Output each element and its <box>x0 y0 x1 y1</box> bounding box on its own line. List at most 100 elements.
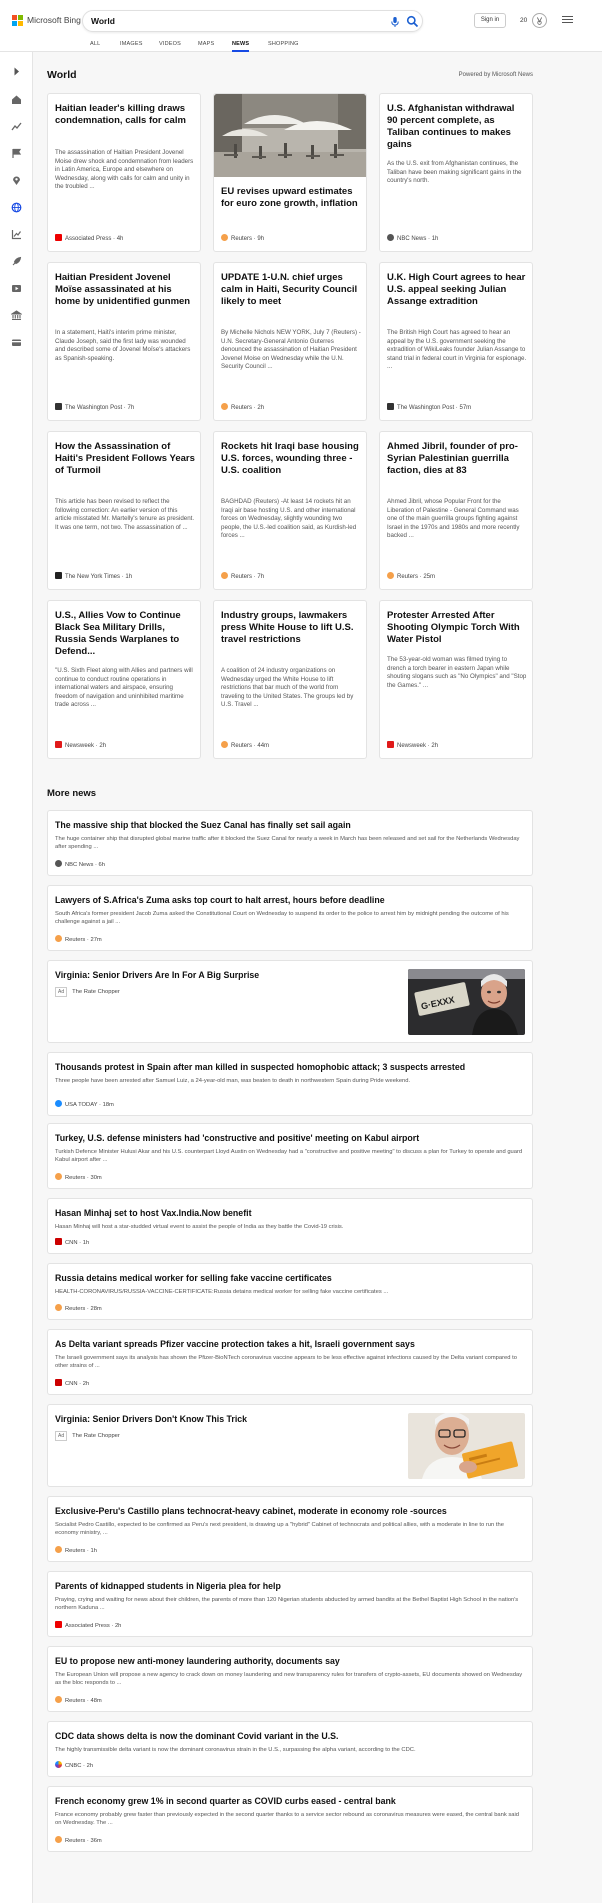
rewards-points[interactable]: 20 <box>520 16 527 25</box>
news-card[interactable]: Rockets hit Iraqi base housing U.S. forc… <box>213 431 367 590</box>
cnn-logo-icon <box>55 1238 62 1245</box>
rocket-icon[interactable] <box>11 256 22 267</box>
bank-icon[interactable] <box>11 310 22 321</box>
news-list-item[interactable]: CDC data shows delta is now the dominant… <box>47 1721 533 1777</box>
news-card[interactable]: Industry groups, lawmakers press White H… <box>213 600 367 759</box>
card-title[interactable]: How the Assassination of Haiti's Preside… <box>55 441 195 477</box>
microphone-icon[interactable] <box>389 16 401 28</box>
item-title[interactable]: Hasan Minhaj set to host Vax.India.Now b… <box>55 1208 525 1219</box>
card-title[interactable]: Haitian President Jovenel Moïse assassin… <box>55 272 195 308</box>
item-snippet: Socialist Pedro Castillo, expected to be… <box>55 1522 504 1536</box>
news-list-item[interactable]: Thousands protest in Spain after man kil… <box>47 1052 533 1116</box>
ad-list-item[interactable]: Virginia: Senior Drivers Are In For A Bi… <box>47 960 533 1043</box>
more-news-title: More news <box>47 788 97 799</box>
item-title[interactable]: Parents of kidnapped students in Nigeria… <box>55 1581 525 1592</box>
nbc-logo-icon <box>55 860 62 867</box>
home-icon[interactable] <box>11 94 22 105</box>
bing-logo-icon[interactable] <box>12 15 23 26</box>
item-title[interactable]: Turkey, U.S. defense ministers had 'cons… <box>55 1133 525 1144</box>
senior-holding-card-photo[interactable] <box>408 1413 525 1479</box>
logo-text[interactable]: Microsoft Bing <box>27 15 81 26</box>
video-icon[interactable] <box>11 283 22 294</box>
tab-shopping[interactable]: SHOPPING <box>268 40 299 48</box>
nyt-logo-icon <box>55 572 62 579</box>
reuters-logo-icon <box>387 572 394 579</box>
reuters-logo-icon <box>221 741 228 748</box>
globe-icon[interactable] <box>11 202 22 213</box>
item-source: NBC News · 6h <box>55 860 105 869</box>
news-list-item[interactable]: Lawyers of S.Africa's Zuma asks top cour… <box>47 885 533 951</box>
card-title[interactable]: Rockets hit Iraqi base housing U.S. forc… <box>221 441 361 477</box>
item-title[interactable]: Russia detains medical worker for sellin… <box>55 1273 525 1284</box>
news-card[interactable]: EU revises upward estimates for euro zon… <box>213 93 367 252</box>
card-source: Reuters · 7h <box>221 572 264 581</box>
news-list-item[interactable]: As Delta variant spreads Pfizer vaccine … <box>47 1329 533 1395</box>
sign-in-button[interactable]: Sign in <box>474 13 506 28</box>
tab-images[interactable]: IMAGES <box>120 40 143 48</box>
card-title[interactable]: UPDATE 1-U.N. chief urges calm in Haiti,… <box>221 272 361 308</box>
card-title[interactable]: Haitian leader's killing draws condemnat… <box>55 103 195 127</box>
trending-icon[interactable] <box>11 121 22 132</box>
tab-maps[interactable]: MAPS <box>198 40 214 48</box>
news-card[interactable]: U.K. High Court agrees to hear U.S. appe… <box>379 262 533 421</box>
news-card[interactable]: U.S., Allies Vow to Continue Black Sea M… <box>47 600 201 759</box>
news-list-item[interactable]: Parents of kidnapped students in Nigeria… <box>47 1571 533 1637</box>
news-list-item[interactable]: Turkey, U.S. defense ministers had 'cons… <box>47 1123 533 1189</box>
reuters-logo-icon <box>221 234 228 241</box>
news-card[interactable]: Haitian President Jovenel Moïse assassin… <box>47 262 201 421</box>
card-title[interactable]: U.S., Allies Vow to Continue Black Sea M… <box>55 610 195 658</box>
news-list-item[interactable]: Hasan Minhaj set to host Vax.India.Now b… <box>47 1198 533 1254</box>
item-snippet: South Africa's former president Jacob Zu… <box>55 911 509 925</box>
item-title[interactable]: Thousands protest in Spain after man kil… <box>55 1062 525 1073</box>
search-icon[interactable] <box>406 15 419 28</box>
newsweek-logo-icon <box>55 741 62 748</box>
card-source: NBC News · 1h <box>387 234 438 243</box>
news-card[interactable]: Protester Arrested After Shooting Olympi… <box>379 600 533 759</box>
item-title[interactable]: French economy grew 1% in second quarter… <box>55 1796 525 1807</box>
card-title[interactable]: Ahmed Jibril, founder of pro-Syrian Pale… <box>387 441 527 477</box>
expand-arrow-icon[interactable] <box>11 66 22 77</box>
ad-title[interactable]: Virginia: Senior Drivers Are In For A Bi… <box>55 970 385 981</box>
card-snippet: The 53-year-old woman was filmed trying … <box>387 656 527 689</box>
rewards-medal-icon[interactable] <box>532 13 547 28</box>
news-card[interactable]: U.S. Afghanistan withdrawal 90 percent c… <box>379 93 533 252</box>
washington-post-logo-icon <box>55 403 62 410</box>
card-title[interactable]: Protester Arrested After Shooting Olympi… <box>387 610 527 646</box>
reuters-logo-icon <box>55 1836 62 1843</box>
flag-icon[interactable] <box>11 148 22 159</box>
search-box[interactable]: World <box>82 10 423 32</box>
ad-list-item[interactable]: Virginia: Senior Drivers Don't Know This… <box>47 1404 533 1487</box>
search-input[interactable]: World <box>91 16 115 27</box>
news-list-item[interactable]: Russia detains medical worker for sellin… <box>47 1263 533 1320</box>
tab-news[interactable]: NEWS <box>232 40 250 52</box>
reuters-logo-icon <box>55 1173 62 1180</box>
item-title[interactable]: Lawyers of S.Africa's Zuma asks top cour… <box>55 895 525 906</box>
ad-title[interactable]: Virginia: Senior Drivers Don't Know This… <box>55 1414 385 1425</box>
news-card[interactable]: Ahmed Jibril, founder of pro-Syrian Pale… <box>379 431 533 590</box>
card-title[interactable]: Industry groups, lawmakers press White H… <box>221 610 361 646</box>
news-list-item[interactable]: French economy grew 1% in second quarter… <box>47 1786 533 1852</box>
hamburger-menu-icon[interactable] <box>562 16 573 24</box>
card-icon[interactable] <box>11 337 22 348</box>
news-list-item[interactable]: The massive ship that blocked the Suez C… <box>47 810 533 876</box>
item-title[interactable]: EU to propose new anti-money laundering … <box>55 1656 525 1667</box>
senior-driver-license-plate-photo[interactable]: G·EXXX <box>408 969 525 1035</box>
card-title[interactable]: EU revises upward estimates for euro zon… <box>221 186 361 210</box>
news-list-item[interactable]: EU to propose new anti-money laundering … <box>47 1646 533 1712</box>
news-card[interactable]: Haitian leader's killing draws condemnat… <box>47 93 201 252</box>
tab-videos[interactable]: VIDEOS <box>159 40 181 48</box>
cafe-street-photo[interactable] <box>214 94 366 177</box>
item-title[interactable]: CDC data shows delta is now the dominant… <box>55 1731 525 1742</box>
item-title[interactable]: Exclusive-Peru's Castillo plans technocr… <box>55 1506 525 1517</box>
item-title[interactable]: As Delta variant spreads Pfizer vaccine … <box>55 1339 525 1350</box>
card-title[interactable]: U.S. Afghanistan withdrawal 90 percent c… <box>387 103 527 151</box>
card-title[interactable]: U.K. High Court agrees to hear U.S. appe… <box>387 272 527 308</box>
news-card[interactable]: UPDATE 1-U.N. chief urges calm in Haiti,… <box>213 262 367 421</box>
news-card[interactable]: How the Assassination of Haiti's Preside… <box>47 431 201 590</box>
item-title[interactable]: The massive ship that blocked the Suez C… <box>55 820 525 831</box>
location-pin-icon[interactable] <box>11 175 22 186</box>
chart-icon[interactable] <box>11 229 22 240</box>
tab-all[interactable]: ALL <box>90 40 100 48</box>
item-source: USA TODAY · 18m <box>55 1100 114 1109</box>
news-list-item[interactable]: Exclusive-Peru's Castillo plans technocr… <box>47 1496 533 1562</box>
